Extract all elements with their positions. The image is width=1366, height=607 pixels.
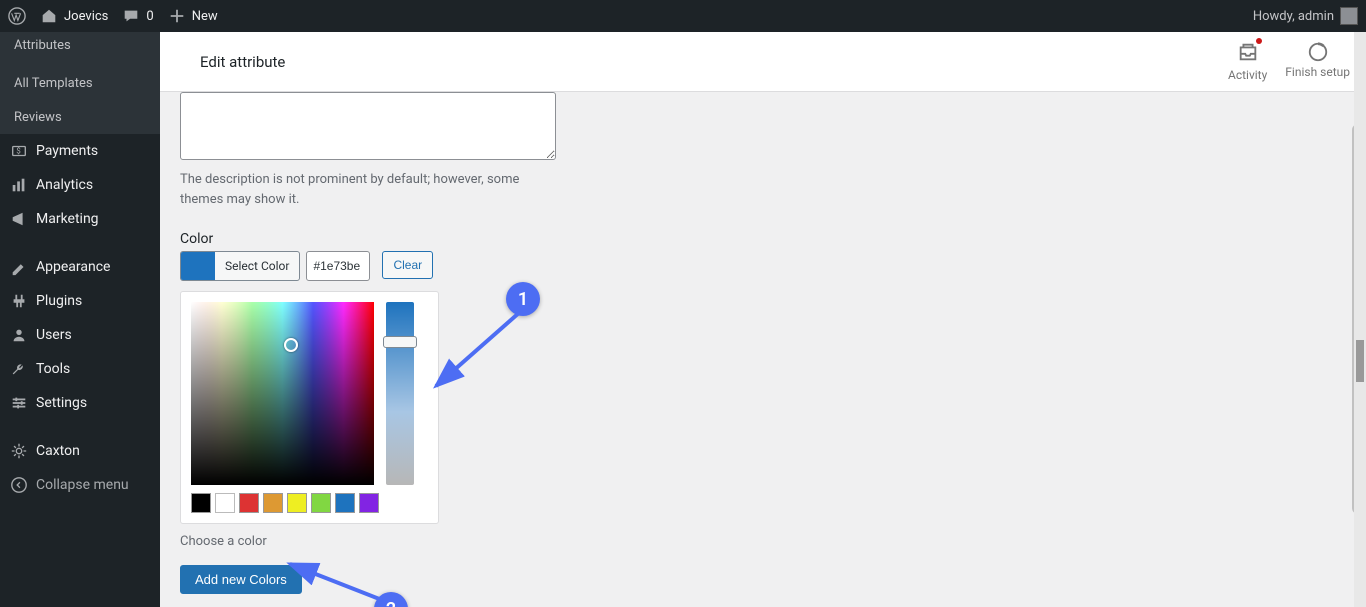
hue-slider[interactable]	[386, 302, 414, 485]
payments-icon: $	[10, 142, 28, 160]
saturation-cursor[interactable]	[284, 338, 298, 352]
admin-bar: Joevics 0 New Howdy, admin	[0, 0, 1366, 32]
sidebar-item-all-templates[interactable]: All Templates	[0, 66, 160, 100]
outer-scrollbar-thumb[interactable]	[1356, 340, 1364, 382]
sidebar-item-caxton[interactable]: Caxton	[0, 434, 160, 468]
preset-color[interactable]	[215, 493, 235, 513]
progress-icon	[1307, 41, 1329, 63]
choose-color-text: Choose a color	[180, 534, 1346, 549]
current-color-swatch	[181, 252, 215, 280]
tools-icon	[10, 360, 28, 378]
svg-text:$: $	[16, 146, 21, 156]
new-link[interactable]: New	[168, 0, 218, 32]
howdy-link[interactable]: Howdy, admin	[1253, 0, 1358, 32]
sidebar-item-settings[interactable]: Settings	[0, 386, 160, 420]
annotation-1-arrow	[428, 306, 528, 396]
preset-color[interactable]	[311, 493, 331, 513]
outer-scrollbar[interactable]	[1354, 0, 1366, 607]
appearance-icon	[10, 258, 28, 276]
add-new-colors-button[interactable]: Add new Colors	[180, 565, 302, 594]
saturation-area[interactable]	[191, 302, 374, 485]
collapse-icon	[10, 476, 28, 494]
users-icon	[10, 326, 28, 344]
gear-icon	[10, 442, 28, 460]
preset-color[interactable]	[359, 493, 379, 513]
analytics-icon	[10, 176, 28, 194]
settings-icon	[10, 394, 28, 412]
marketing-icon	[10, 210, 28, 228]
annotation-1-circle: 1	[506, 282, 540, 316]
wordpress-icon	[8, 7, 26, 25]
sidebar-item-payments[interactable]: $ Payments	[0, 134, 160, 168]
site-link[interactable]: Joevics	[40, 0, 108, 32]
preset-color[interactable]	[263, 493, 283, 513]
preset-color[interactable]	[287, 493, 307, 513]
color-hex-input[interactable]	[306, 251, 370, 281]
sidebar-item-marketing[interactable]: Marketing	[0, 202, 160, 236]
admin-sidebar: Attributes All Templates Reviews $ Payme…	[0, 32, 160, 607]
clear-button[interactable]: Clear	[382, 251, 433, 279]
finish-setup-button[interactable]: Finish setup	[1285, 41, 1350, 82]
comments-count: 0	[146, 9, 153, 24]
avatar	[1340, 7, 1358, 25]
sidebar-item-tools[interactable]: Tools	[0, 352, 160, 386]
collapse-menu[interactable]: Collapse menu	[0, 468, 160, 502]
howdy-text: Howdy, admin	[1253, 9, 1334, 24]
preset-color[interactable]	[335, 493, 355, 513]
plugins-icon	[10, 292, 28, 310]
site-name: Joevics	[64, 9, 108, 24]
color-field-label: Color	[180, 231, 1346, 247]
sidebar-item-reviews[interactable]: Reviews	[0, 100, 160, 134]
sidebar-item-analytics[interactable]: Analytics	[0, 168, 160, 202]
hue-handle[interactable]	[383, 336, 417, 348]
sidebar-item-plugins[interactable]: Plugins	[0, 284, 160, 318]
wp-logo[interactable]	[8, 0, 26, 32]
select-color-button[interactable]: Select Color	[180, 251, 300, 281]
sidebar-item-attributes[interactable]: Attributes	[0, 32, 160, 66]
inbox-icon	[1237, 41, 1259, 63]
form-body: The description is not prominent by defa…	[160, 92, 1366, 607]
preset-color[interactable]	[191, 493, 211, 513]
description-textarea[interactable]	[180, 92, 556, 160]
select-color-label: Select Color	[215, 252, 299, 280]
page-title: Edit attribute	[200, 53, 285, 71]
comments-link[interactable]: 0	[122, 0, 153, 32]
comment-icon	[122, 7, 140, 25]
page-header: Edit attribute Activity Finish setup	[160, 32, 1366, 92]
activity-button[interactable]: Activity	[1228, 41, 1267, 82]
sidebar-item-users[interactable]: Users	[0, 318, 160, 352]
new-label: New	[192, 9, 218, 24]
description-help: The description is not prominent by defa…	[180, 170, 540, 209]
preset-colors	[191, 493, 428, 513]
preset-color[interactable]	[239, 493, 259, 513]
home-icon	[40, 7, 58, 25]
annotation-2-circle: 2	[374, 592, 408, 607]
content-area: Edit attribute Activity Finish setup The…	[160, 32, 1366, 607]
sidebar-item-appearance[interactable]: Appearance	[0, 250, 160, 284]
plus-icon	[168, 7, 186, 25]
color-picker-panel	[180, 291, 439, 524]
